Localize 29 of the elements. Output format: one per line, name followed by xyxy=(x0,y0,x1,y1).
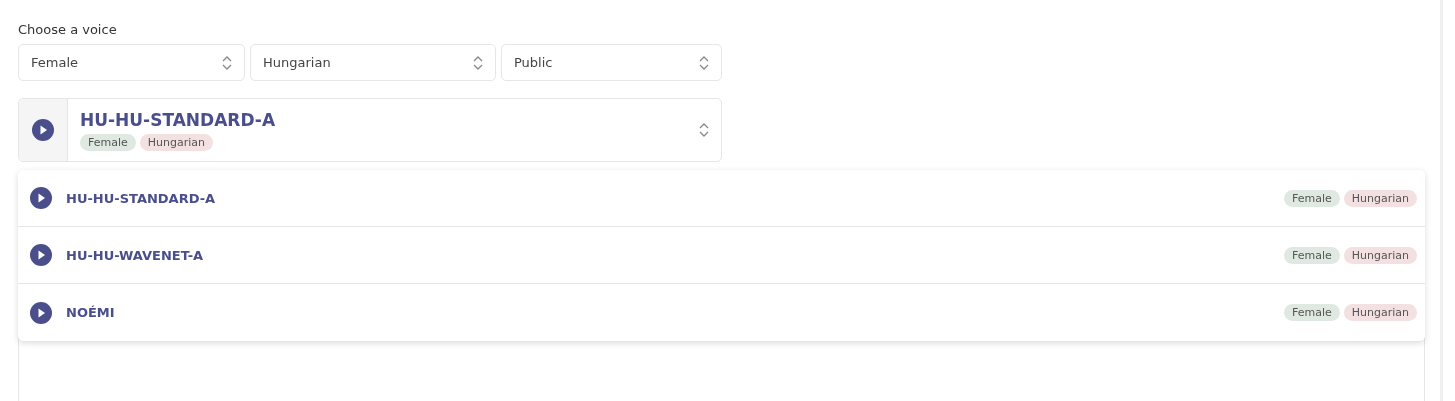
play-button[interactable] xyxy=(19,99,68,161)
voice-tag: Hungarian xyxy=(1343,246,1417,264)
filter-select[interactable]: Female xyxy=(18,44,245,81)
voice-tag: Hungarian xyxy=(1343,189,1417,207)
voice-tag: Hungarian xyxy=(1343,304,1417,321)
voice-tag: Female xyxy=(80,133,136,151)
voice-select[interactable]: HU-HU-STANDARD-A Female Hungarian xyxy=(18,98,722,162)
chevron-updown-icon xyxy=(473,55,483,70)
play-icon[interactable] xyxy=(30,187,52,209)
chevron-updown-icon xyxy=(222,55,232,70)
chevron-updown-icon xyxy=(699,55,709,70)
voice-tag: Female xyxy=(1284,246,1340,264)
field-label: Choose a voice xyxy=(18,21,118,39)
filter-select[interactable]: Public xyxy=(501,44,722,81)
voice-name: HU-HU-STANDARD-A xyxy=(80,109,277,130)
voice-option[interactable]: HU-HU-STANDARD-A Female Hungarian xyxy=(18,170,1425,227)
chevron-updown-icon xyxy=(699,123,709,137)
voice-name: HU-HU-WAVENET-A xyxy=(66,247,204,263)
play-icon[interactable] xyxy=(30,244,52,266)
voice-option[interactable]: HU-HU-WAVENET-A Female Hungarian xyxy=(18,227,1425,284)
play-icon[interactable] xyxy=(30,301,52,324)
voice-option[interactable]: NOÉMI Female Hungarian xyxy=(18,284,1425,341)
voice-name: NOÉMI xyxy=(66,305,115,320)
play-icon xyxy=(32,119,54,141)
filter-select[interactable]: Hungarian xyxy=(250,44,496,81)
voice-tag: Female xyxy=(1284,189,1340,207)
voice-name: HU-HU-STANDARD-A xyxy=(66,190,216,206)
voice-tag: Hungarian xyxy=(139,133,213,151)
voice-tag: Female xyxy=(1284,304,1340,321)
